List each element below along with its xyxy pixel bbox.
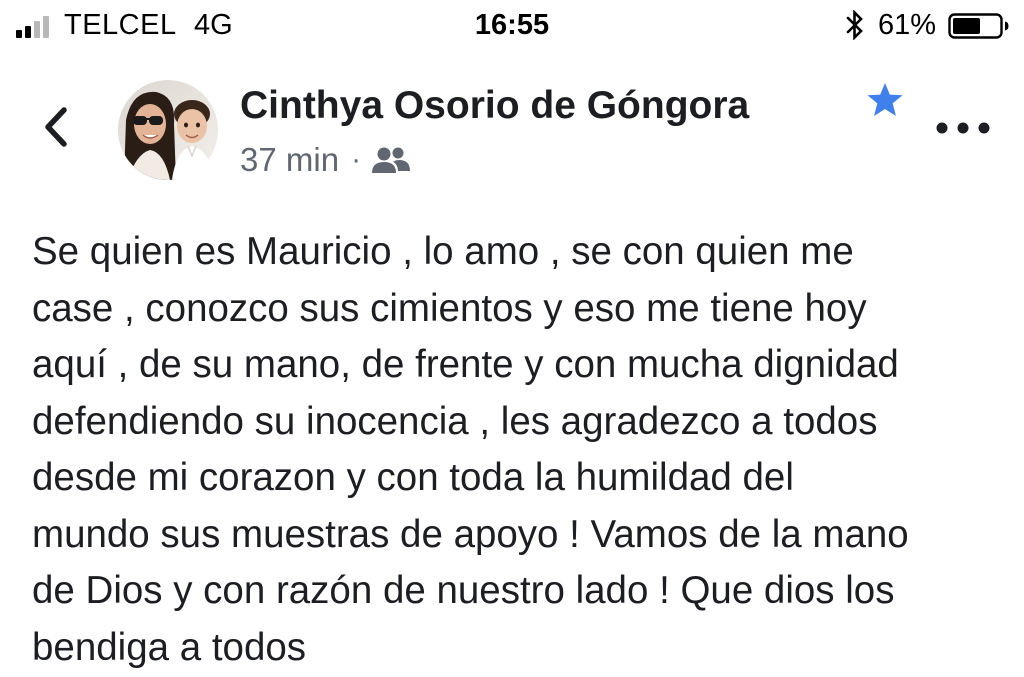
friends-icon[interactable]: [371, 145, 411, 175]
post-time[interactable]: 37 min: [240, 141, 339, 179]
post-text-line: desde mi corazon y con toda la humildad …: [32, 456, 794, 499]
post-text-line: Se quien es Mauricio , lo amo , se con q…: [32, 230, 854, 273]
battery-icon: [948, 13, 1009, 39]
more-options-icon[interactable]: [934, 120, 992, 136]
meta-separator: ·: [351, 143, 362, 176]
bluetooth-icon: [846, 10, 863, 40]
status-time: 16:55: [474, 9, 550, 41]
avatar[interactable]: [118, 80, 218, 180]
post-meta: 37 min ·: [240, 140, 411, 180]
post-text-line: mundo sus muestras de apoyo ! Vamos de l…: [32, 512, 909, 556]
post-text-line: case , conozco sus cimientos y eso me ti…: [32, 286, 867, 330]
back-chevron-icon[interactable]: [38, 102, 72, 152]
post-text-line: bendiga a todos: [32, 625, 307, 669]
post-text-line: defendiendo su inocencia , les agradezco…: [32, 399, 878, 443]
screen: TELCEL 4G 16:55 61% Cinthya Osorio de Gó…: [0, 0, 1024, 677]
author-name[interactable]: Cinthya Osorio de Góngora: [240, 84, 749, 128]
post-header: Cinthya Osorio de Góngora 37 min ·: [0, 60, 1024, 200]
post-text-line: aquí , de su mano, de frente y con mucha…: [32, 343, 899, 386]
post-text: Se quien es Mauricio , lo amo , se con q…: [32, 224, 1002, 676]
battery-percent: 61%: [878, 9, 937, 41]
post-text-line: de Dios y con razón de nuestro lado ! Qu…: [32, 569, 895, 612]
status-bar: TELCEL 4G 16:55 61%: [0, 0, 1024, 52]
star-icon[interactable]: [866, 82, 904, 118]
